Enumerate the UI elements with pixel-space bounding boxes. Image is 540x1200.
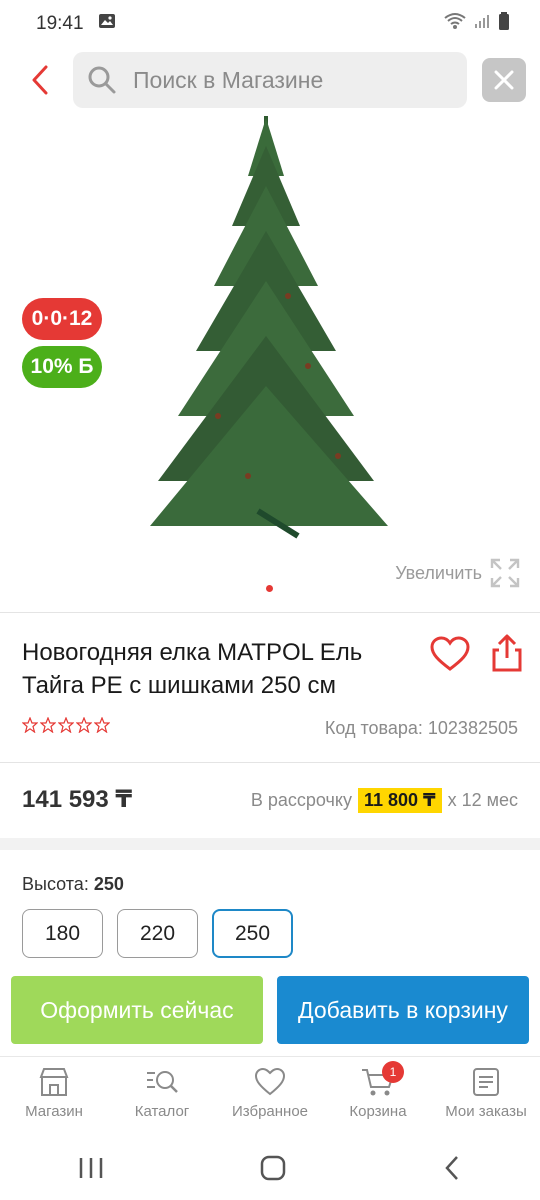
size-option-250[interactable]: 250 xyxy=(212,909,293,958)
heart-icon[interactable] xyxy=(430,636,470,672)
height-selected-value: 250 xyxy=(93,874,124,894)
nav-orders-label: Мои заказы xyxy=(445,1103,527,1120)
status-time: 19:41 xyxy=(36,13,84,34)
orders-icon xyxy=(473,1068,499,1096)
product-sku: Код товара: 102382505 xyxy=(324,718,518,738)
nav-orders[interactable]: Мои заказы xyxy=(432,1057,540,1136)
add-to-cart-button[interactable]: Добавить в корзину xyxy=(277,976,529,1044)
catalog-search-icon xyxy=(147,1071,178,1093)
height-option-label: Высота: 250 xyxy=(22,874,124,895)
product-price: 141 593 ₸ xyxy=(22,786,133,813)
star-icon xyxy=(58,717,74,733)
back-nav-icon[interactable] xyxy=(442,1155,462,1181)
share-icon[interactable] xyxy=(490,634,524,672)
chevron-left-icon xyxy=(32,65,48,95)
clear-search-button[interactable] xyxy=(482,58,526,102)
nav-shop[interactable]: Магазин xyxy=(0,1057,108,1136)
search-header: Поиск в Магазине xyxy=(0,50,540,110)
rating-stars xyxy=(22,717,110,733)
divider xyxy=(0,612,540,613)
search-input[interactable]: Поиск в Магазине xyxy=(73,52,467,108)
search-placeholder: Поиск в Магазине xyxy=(133,66,324,93)
home-icon[interactable] xyxy=(260,1155,286,1181)
back-button[interactable] xyxy=(22,62,58,98)
installment-info: В рассрочку 11 800 ₸ x 12 мес xyxy=(251,788,518,813)
nav-cart-label: Корзина xyxy=(349,1103,407,1120)
installment-prefix: В рассрочку xyxy=(250,790,352,810)
buy-now-button[interactable]: Оформить сейчас xyxy=(11,976,263,1044)
installment-badge: 0·0·12 xyxy=(22,298,102,340)
size-option-180[interactable]: 180 xyxy=(22,909,103,958)
product-image xyxy=(150,116,388,539)
installment-suffix: x 12 мес xyxy=(447,790,518,810)
height-options: 180 220 250 xyxy=(22,909,293,958)
action-buttons: Оформить сейчас Добавить в корзину xyxy=(11,976,529,1044)
star-icon xyxy=(76,717,92,733)
gallery-page-indicator xyxy=(266,585,273,592)
nav-favorites-label: Избранное xyxy=(231,1103,309,1120)
gallery-notification-icon xyxy=(98,13,116,35)
nav-catalog[interactable]: Каталог xyxy=(108,1057,216,1136)
zoom-button[interactable]: Увеличить xyxy=(395,558,520,588)
system-navigation xyxy=(0,1136,540,1200)
signal-icon xyxy=(474,13,490,35)
product-gallery[interactable]: 0·0·12 10% Б Увеличить xyxy=(0,112,540,612)
nav-catalog-label: Каталог xyxy=(134,1103,190,1120)
wifi-icon xyxy=(444,12,466,36)
store-icon xyxy=(39,1068,69,1096)
nav-cart[interactable]: 1 Корзина xyxy=(324,1057,432,1136)
star-icon xyxy=(40,717,56,733)
size-option-220[interactable]: 220 xyxy=(117,909,198,958)
bottom-navigation: Магазин Каталог Избранное 1 Корзина Мои … xyxy=(0,1056,540,1136)
expand-icon xyxy=(490,558,520,588)
recent-apps-icon[interactable] xyxy=(78,1156,104,1180)
star-icon xyxy=(22,717,38,733)
search-icon xyxy=(88,66,116,94)
installment-amount: 11 800 ₸ xyxy=(357,788,442,813)
section-separator xyxy=(0,838,540,850)
status-bar: 19:41 xyxy=(0,0,540,48)
nav-favorites[interactable]: Избранное xyxy=(216,1057,324,1136)
nav-shop-label: Магазин xyxy=(25,1103,83,1120)
cart-count-badge: 1 xyxy=(382,1061,404,1083)
bonus-badge: 10% Б xyxy=(22,346,102,388)
product-title: Новогодняя елка MATPOL Ель Тайга PE с ши… xyxy=(22,639,363,699)
divider xyxy=(0,762,540,763)
height-label-text: Высота: xyxy=(22,874,89,894)
close-icon xyxy=(494,70,514,90)
star-icon xyxy=(94,717,110,733)
zoom-label: Увеличить xyxy=(395,562,482,583)
battery-icon xyxy=(498,12,510,36)
heart-outline-icon xyxy=(254,1067,286,1096)
